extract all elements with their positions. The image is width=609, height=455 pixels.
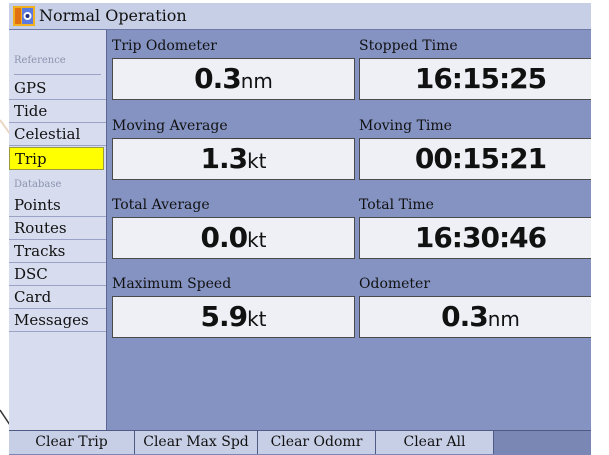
clear-max-spd-button[interactable]: Clear Max Spd xyxy=(135,431,258,454)
field-value: 16:30:46 xyxy=(414,221,547,254)
field-unit: kt xyxy=(247,228,267,252)
sidebar-item-label: DSC xyxy=(14,265,48,283)
field-value: 0.3 xyxy=(194,62,242,95)
sidebar-item-label: Celestial xyxy=(14,125,81,143)
sidebar-item-tide[interactable]: Tide xyxy=(9,100,106,123)
sidebar-item-tracks[interactable]: Tracks xyxy=(9,240,106,263)
odometer-field: 0.3nm xyxy=(359,296,591,338)
sidebar-item-label: Messages xyxy=(14,311,89,329)
sidebar-item-trip[interactable]: Trip xyxy=(9,147,104,170)
trip-app-icon xyxy=(13,6,35,26)
trip-odometer-field: 0.3nm xyxy=(112,58,355,100)
field-value: 00:15:21 xyxy=(414,142,547,175)
sidebar-item-label: GPS xyxy=(14,79,47,97)
title-bar: Normal Operation xyxy=(9,3,591,30)
sidebar-item-label: Points xyxy=(14,196,61,214)
sidebar-item-label: Card xyxy=(14,288,52,306)
moving-average-label: Moving Average xyxy=(112,118,228,134)
clear-odomr-button[interactable]: Clear Odomr xyxy=(258,431,376,454)
stopped-time-label: Stopped Time xyxy=(359,38,458,54)
sidebar-item-dsc[interactable]: DSC xyxy=(9,263,106,286)
total-time-field: 16:30:46 xyxy=(359,217,591,259)
field-value: 1.3 xyxy=(200,142,248,175)
sidebar-item-gps[interactable]: GPS xyxy=(9,77,106,100)
field-unit: nm xyxy=(240,69,273,93)
moving-time-field: 00:15:21 xyxy=(359,138,591,180)
sidebar-item-routes[interactable]: Routes xyxy=(9,217,106,240)
trip-odometer-label: Trip Odometer xyxy=(112,38,217,54)
empty-softkey xyxy=(494,431,591,454)
field-unit: kt xyxy=(247,307,267,331)
moving-time-label: Moving Time xyxy=(359,118,452,134)
field-value: 5.9 xyxy=(200,300,248,333)
sidebar-item-label: Routes xyxy=(14,219,67,237)
stopped-time-field: 16:15:25 xyxy=(359,58,591,100)
clear-trip-button[interactable]: Clear Trip xyxy=(9,431,135,454)
total-average-label: Total Average xyxy=(112,197,210,213)
softkey-bar: Clear Trip Clear Max Spd Clear Odomr Cle… xyxy=(9,430,591,455)
sidebar-section-reference: Reference xyxy=(14,55,66,66)
window-title: Normal Operation xyxy=(39,6,187,25)
sidebar-item-celestial[interactable]: Celestial xyxy=(9,123,106,146)
sidebar-item-points[interactable]: Points xyxy=(9,194,106,217)
field-value: 0.3 xyxy=(441,300,489,333)
sidebar-item-label: Tracks xyxy=(14,242,66,260)
total-average-field: 0.0kt xyxy=(112,217,355,259)
sidebar-divider xyxy=(14,74,101,75)
moving-average-field: 1.3kt xyxy=(112,138,355,180)
sidebar-item-label: Tide xyxy=(14,102,48,120)
sidebar-item-card[interactable]: Card xyxy=(9,286,106,309)
maximum-speed-label: Maximum Speed xyxy=(112,276,232,292)
field-unit: kt xyxy=(247,149,267,173)
field-unit: nm xyxy=(487,307,520,331)
field-value: 0.0 xyxy=(200,221,248,254)
sidebar-item-label: Trip xyxy=(15,150,47,168)
maximum-speed-field: 5.9kt xyxy=(112,296,355,338)
total-time-label: Total Time xyxy=(359,197,434,213)
sidebar: Reference GPS Tide Celestial Trip Databa… xyxy=(9,30,107,433)
device-screen: Normal Operation Reference GPS Tide Cele… xyxy=(9,3,591,455)
clear-all-button[interactable]: Clear All xyxy=(376,431,494,454)
field-value: 16:15:25 xyxy=(414,62,547,95)
sidebar-item-messages[interactable]: Messages xyxy=(9,309,106,332)
odometer-label: Odometer xyxy=(359,276,431,292)
sidebar-section-database: Database xyxy=(14,179,62,190)
